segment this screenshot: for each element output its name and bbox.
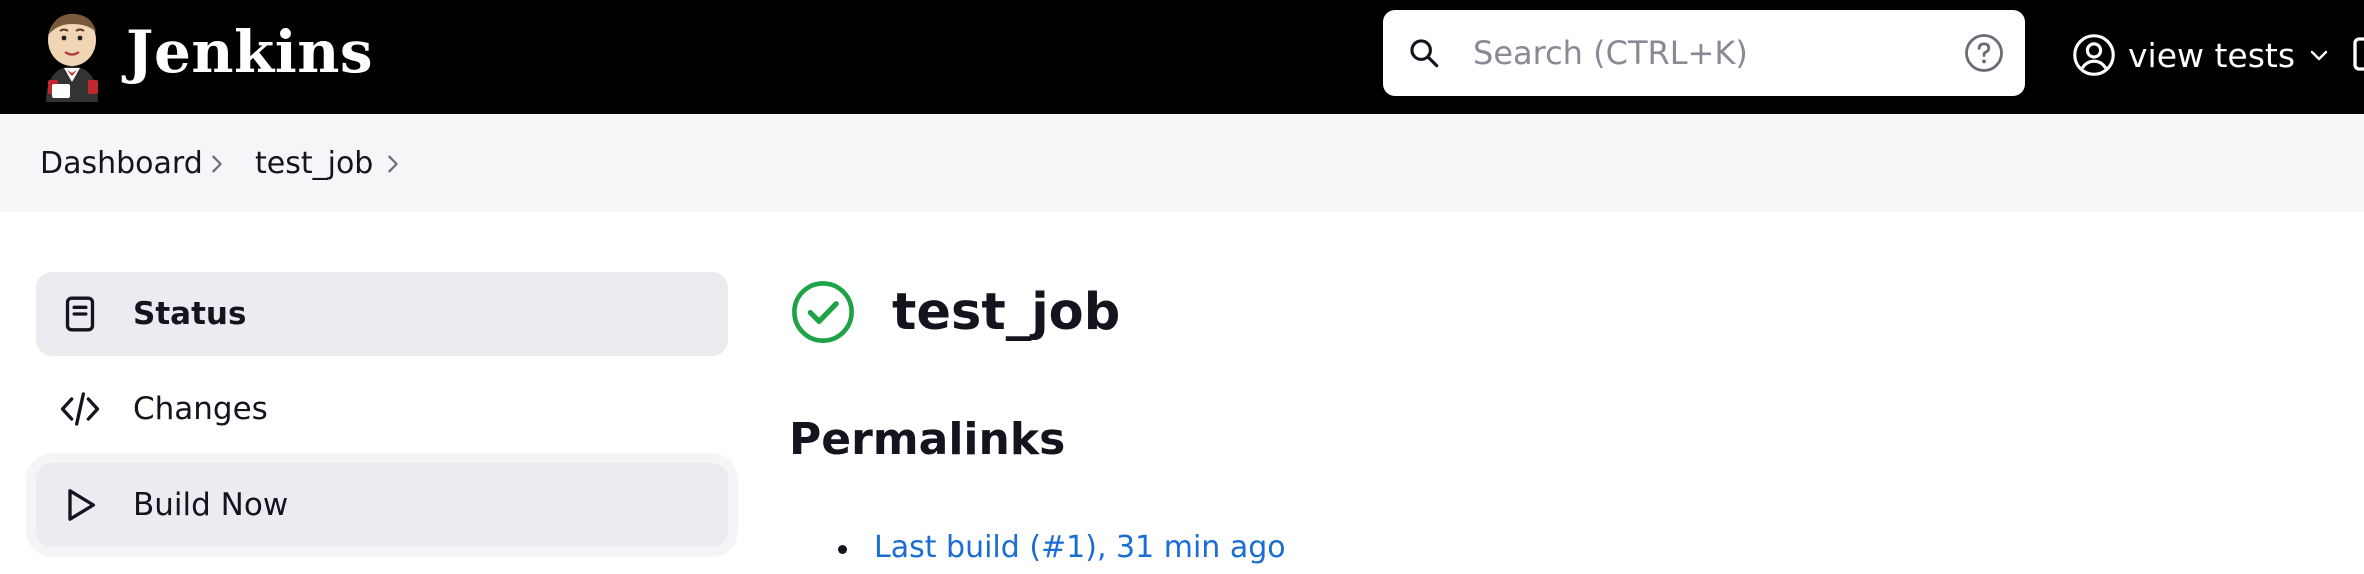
search-box[interactable]: [1383, 10, 2025, 96]
user-menu[interactable]: view tests: [2072, 30, 2331, 80]
bullet-icon: [838, 545, 847, 554]
chevron-right-icon: [212, 155, 222, 173]
jenkins-brand-title[interactable]: Jenkins: [126, 16, 373, 88]
jenkins-butler-logo-icon: [46, 14, 98, 102]
permalinks-list: Last build (#1), 31 min ago: [838, 522, 1286, 574]
code-icon: [60, 392, 100, 426]
chevron-right-icon[interactable]: [382, 152, 404, 176]
sidebar-item-build-now[interactable]: Build Now: [36, 463, 728, 547]
help-icon[interactable]: [1963, 32, 2005, 74]
sidebar-item-status[interactable]: Status: [36, 272, 728, 356]
sidebar-item-label: Changes: [133, 391, 268, 427]
sidebar-item-changes[interactable]: Changes: [36, 367, 728, 451]
permalinks-heading: Permalinks: [789, 414, 1066, 465]
permalink-last-build-link[interactable]: Last build (#1), 31 min ago: [874, 530, 1286, 565]
search-input[interactable]: [1473, 10, 1933, 96]
top-header: Jenkins view tests: [0, 0, 2364, 114]
breadcrumb: Dashboard test_job: [0, 114, 2364, 212]
sign-out-icon[interactable]: [2350, 34, 2364, 74]
page-title: test_job: [892, 283, 1121, 342]
breadcrumb-item-test-job[interactable]: test_job: [255, 144, 373, 184]
chevron-down-icon: [2310, 50, 2328, 61]
play-icon: [68, 489, 96, 521]
sidebar-item-label: Status: [133, 296, 247, 332]
search-icon: [1410, 39, 1439, 68]
user-name-label: view tests: [2128, 35, 2296, 75]
user-avatar-icon: [2073, 34, 2115, 76]
sidebar-item-label: Build Now: [133, 487, 289, 523]
breadcrumb-item-dashboard[interactable]: Dashboard: [40, 144, 203, 184]
list-item: Last build (#1), 31 min ago: [838, 522, 1286, 574]
success-check-icon: [792, 281, 854, 343]
notepad-icon: [65, 296, 95, 332]
